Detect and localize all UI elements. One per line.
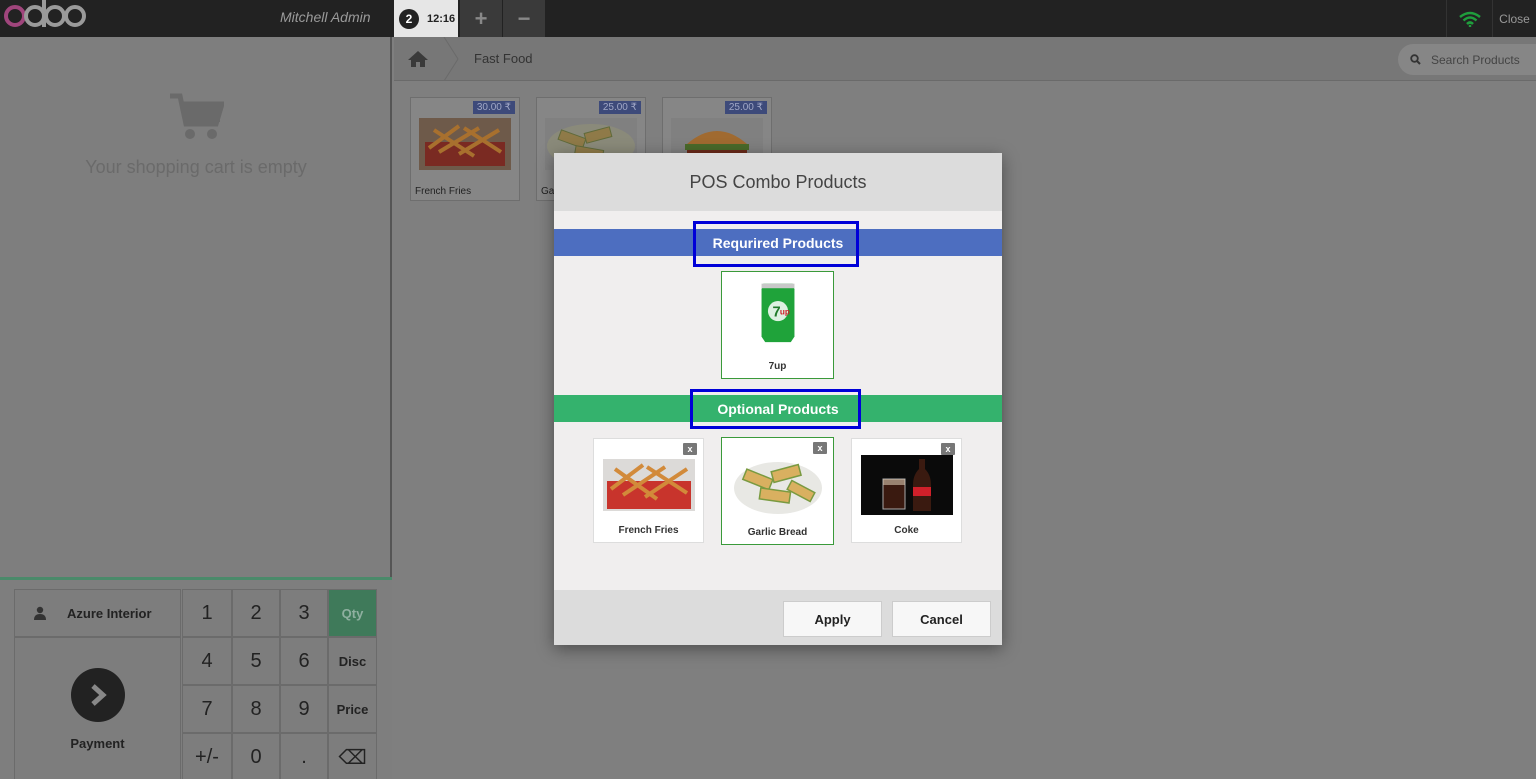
price-mode-button[interactable]: Price (328, 685, 377, 733)
coke-image (861, 455, 953, 515)
required-product-card[interactable]: 7 up 7up (721, 271, 834, 379)
key-8[interactable]: 8 (232, 685, 280, 733)
optional-product-card[interactable]: x Coke (851, 438, 962, 543)
top-bar: Mitchell Admin 2 12:16 + − Close (0, 0, 1536, 37)
dialog-title: POS Combo Products (554, 153, 1002, 211)
empty-cart: Your shopping cart is empty (0, 92, 392, 178)
chevron-right-icon (70, 668, 125, 722)
home-icon (408, 51, 428, 67)
key-7[interactable]: 7 (182, 685, 232, 733)
username: Mitchell Admin (280, 9, 371, 25)
cancel-button[interactable]: Cancel (892, 601, 991, 637)
payment-label: Payment (70, 736, 125, 751)
product-price: 25.00 ₹ (598, 101, 641, 114)
odoo-logo (4, 0, 86, 32)
wifi-icon (1458, 11, 1481, 27)
search-placeholder: Search Products (1431, 52, 1520, 67)
product-price: 30.00 ₹ (472, 101, 515, 114)
customer-button[interactable]: Azure Interior (14, 589, 181, 637)
payment-button[interactable]: Payment (14, 637, 181, 779)
product-name: French Fries (415, 186, 472, 197)
dialog-footer: Apply Cancel (554, 590, 1002, 645)
remove-icon[interactable]: x (941, 443, 955, 455)
disc-mode-button[interactable]: Disc (328, 637, 377, 685)
key-9[interactable]: 9 (280, 685, 328, 733)
optional-product-card[interactable]: x French Fries (593, 438, 704, 543)
required-highlight-box (693, 221, 859, 267)
breadcrumb: Fast Food Search Products (394, 37, 1536, 81)
product-price: 25.00 ₹ (724, 101, 767, 114)
order-pane: Your shopping cart is empty Azure Interi… (0, 37, 392, 779)
close-button[interactable]: Close (1492, 0, 1536, 37)
home-button[interactable] (394, 37, 442, 81)
key-3[interactable]: 3 (280, 589, 328, 637)
new-order-button[interactable]: + (460, 0, 502, 37)
product-name: French Fries (618, 525, 679, 536)
key-2[interactable]: 2 (232, 589, 280, 637)
product-name: Garlic Bread (747, 527, 808, 538)
search-icon (1410, 54, 1421, 65)
customer-name: Azure Interior (67, 605, 152, 621)
product-name: 7up (768, 361, 787, 372)
wifi-status[interactable] (1446, 0, 1492, 37)
optional-highlight-box (690, 389, 861, 429)
search-input[interactable]: Search Products (1398, 44, 1536, 75)
empty-cart-message: Your shopping cart is empty (85, 157, 307, 177)
decimal-key[interactable]: . (280, 733, 328, 779)
remove-icon[interactable]: x (683, 443, 697, 455)
fries-image (603, 459, 695, 511)
key-6[interactable]: 6 (280, 637, 328, 685)
apply-button[interactable]: Apply (783, 601, 882, 637)
fries-image (419, 118, 511, 170)
minus-icon: − (517, 5, 531, 31)
key-5[interactable]: 5 (232, 637, 280, 685)
user-icon (34, 606, 46, 620)
combo-products-dialog: POS Combo Products Requrired Products 7 … (554, 153, 1002, 645)
key-4[interactable]: 4 (182, 637, 232, 685)
order-time: 12:16 (427, 12, 456, 25)
order-tab[interactable]: 2 12:16 (394, 0, 458, 37)
breadcrumb-separator (443, 37, 459, 81)
control-panel: Azure Interior Payment 1 2 3 Qty 4 5 6 D… (0, 577, 392, 779)
optional-product-card[interactable]: x Garlic Bread (721, 437, 834, 545)
remove-icon[interactable]: x (813, 442, 827, 454)
product-name: Coke (894, 525, 919, 536)
category-crumb[interactable]: Fast Food (474, 51, 533, 66)
key-1[interactable]: 1 (182, 589, 232, 637)
delete-order-button[interactable]: − (503, 0, 545, 37)
plus-minus-key[interactable]: +/- (182, 733, 232, 779)
backspace-icon[interactable]: ⌫ (328, 733, 377, 779)
numpad: 1 2 3 Qty 4 5 6 Disc 7 8 9 Price +/- 0 .… (182, 589, 377, 779)
svg-text:up: up (780, 308, 790, 317)
key-0[interactable]: 0 (232, 733, 280, 779)
7up-can-image: 7 up (735, 280, 821, 344)
shopping-cart-icon (170, 93, 226, 139)
order-number: 2 (399, 8, 419, 29)
product-card[interactable]: 30.00 ₹ French Fries (410, 97, 520, 201)
garlic-bread-image (732, 456, 824, 516)
qty-mode-button[interactable]: Qty (328, 589, 377, 637)
plus-icon: + (474, 5, 488, 31)
